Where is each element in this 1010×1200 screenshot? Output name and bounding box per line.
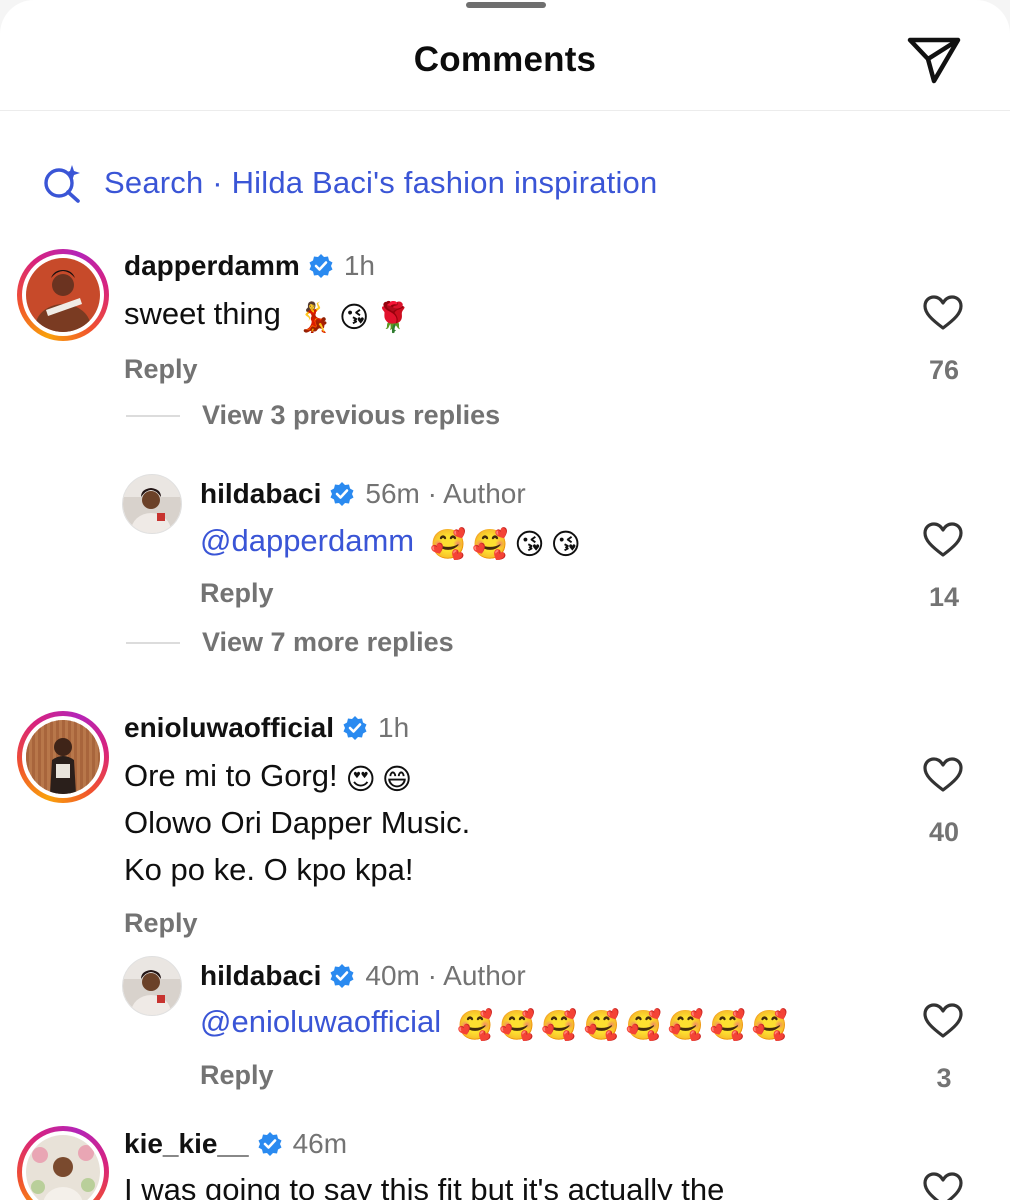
header: Comments: [0, 0, 1010, 111]
view-replies-label: View 3 previous replies: [202, 400, 501, 430]
view-replies-label: View 7 more replies: [202, 627, 454, 657]
username[interactable]: kie_kie__: [124, 1128, 249, 1160]
avatar-image: [26, 1135, 100, 1200]
timestamp: 1h: [343, 250, 375, 281]
heart-outline-icon: [923, 1003, 963, 1038]
reply-button[interactable]: Reply: [200, 1060, 274, 1091]
smiling-hearts-emoji: 🥰: [709, 1008, 746, 1042]
verified-badge-icon: [257, 1131, 283, 1157]
timestamp: 56m · Author: [365, 478, 526, 509]
avatar-image: [26, 258, 100, 332]
timestamp: 40m · Author: [365, 960, 526, 991]
reply-button[interactable]: Reply: [124, 908, 198, 939]
reply-button[interactable]: Reply: [124, 354, 198, 385]
divider: [126, 414, 180, 417]
smiling-hearts-emoji: 🥰: [751, 1008, 789, 1042]
username[interactable]: hildabaci: [200, 478, 321, 510]
comment-text: I was going to say this fit but it's act…: [124, 1166, 724, 1200]
comment-header: kie_kie__ 46m: [124, 1128, 347, 1160]
emoji-group: 🥰 🥰 🥰 🥰 🥰 🥰 🥰 🥰: [451, 998, 788, 1045]
smiling-hearts-emoji: 🥰: [667, 1008, 704, 1042]
username[interactable]: enioluwaofficial: [124, 712, 334, 744]
smiling-hearts-emoji: 🥰: [625, 1008, 662, 1042]
mention-link[interactable]: @dapperdamm: [200, 523, 414, 558]
verified-badge-icon: [329, 481, 355, 507]
verified-badge-icon: [329, 963, 355, 989]
sparkle-search-icon: [40, 161, 84, 205]
comment-line: I was going to say this fit but it's act…: [124, 1172, 725, 1200]
heart-eyes-emoji: 😍: [345, 762, 376, 796]
comment-text: Ore mi to Gorg! 😍 😄 Olowo Ori Dapper Music…: [124, 752, 470, 893]
avatar-image: [26, 720, 100, 794]
comment-line: sweet thing: [124, 296, 281, 331]
comment-text: sweet thing 💃 😘 🌹: [124, 290, 411, 337]
comment-line: Ko po ke. O kpo kpa!: [124, 852, 414, 887]
avatar[interactable]: [17, 711, 109, 803]
dancer-emoji: 💃: [296, 300, 333, 334]
share-button[interactable]: [904, 32, 964, 88]
timestamp: 1h: [378, 712, 410, 743]
grinning-emoji: 😄: [381, 762, 413, 796]
rose-emoji: 🌹: [375, 300, 412, 334]
mention-link[interactable]: @enioluwaofficial: [200, 1004, 441, 1039]
heart-outline-icon: [923, 295, 963, 330]
like-button[interactable]: [922, 293, 964, 333]
like-button[interactable]: [922, 1170, 964, 1200]
like-button[interactable]: [922, 1001, 964, 1041]
comment-line: Ore mi to Gorg!: [124, 758, 338, 793]
avatar[interactable]: [17, 1126, 109, 1200]
smiling-hearts-emoji: 🥰: [457, 1008, 494, 1042]
like-count: 76: [928, 355, 960, 385]
comment-header: enioluwaofficial 1h: [124, 712, 409, 744]
verified-badge-icon: [342, 715, 368, 741]
like-count: 40: [928, 817, 960, 847]
kiss-emoji: 😘: [338, 300, 370, 334]
like-count: 14: [928, 582, 960, 612]
emoji-group: 💃 😘 🌹: [291, 290, 411, 337]
search-suggestion[interactable]: Search · Hilda Baci's fashion inspiratio…: [40, 160, 657, 206]
smiling-hearts-emoji: 🥰: [472, 527, 509, 561]
reply-text: @dapperdamm 🥰 🥰 😘 😘: [200, 517, 581, 564]
paper-plane-icon: [907, 37, 961, 84]
reply-header: hildabaci 56m · Author: [200, 478, 526, 510]
smiling-hearts-emoji: 🥰: [583, 1008, 620, 1042]
like-button[interactable]: [922, 755, 964, 795]
verified-badge-icon: [308, 253, 334, 279]
comments-sheet: Comments Search · Hilda Baci's fashion i…: [0, 0, 1010, 1200]
emoji-group: 🥰 🥰 😘 😘: [424, 517, 581, 564]
kiss-emoji: 😘: [514, 527, 545, 561]
kiss-emoji: 😘: [550, 527, 581, 561]
emoji-group: 😍 😄: [340, 752, 412, 799]
view-previous-replies[interactable]: View 3 previous replies: [126, 400, 500, 431]
heart-outline-icon: [923, 1172, 963, 1200]
smiling-hearts-emoji: 🥰: [499, 1008, 536, 1042]
comment-header: dapperdamm 1h: [124, 250, 375, 282]
smiling-hearts-emoji: 🥰: [541, 1008, 578, 1042]
timestamp: 46m: [292, 1128, 348, 1159]
like-button[interactable]: [922, 520, 964, 560]
reply-avatar[interactable]: [122, 956, 182, 1016]
reply-button[interactable]: Reply: [200, 578, 274, 609]
username[interactable]: dapperdamm: [124, 250, 300, 282]
reply-header: hildabaci 40m · Author: [200, 960, 526, 992]
username[interactable]: hildabaci: [200, 960, 321, 992]
heart-outline-icon: [923, 757, 963, 792]
smiling-hearts-emoji: 🥰: [430, 527, 467, 561]
avatar[interactable]: [17, 249, 109, 341]
search-label: Search · Hilda Baci's fashion inspiratio…: [104, 165, 658, 200]
page-title: Comments: [413, 40, 597, 79]
reply-text: @enioluwaofficial 🥰 🥰 🥰 🥰 🥰 🥰 🥰 🥰: [200, 998, 788, 1045]
reply-avatar[interactable]: [122, 474, 182, 534]
heart-outline-icon: [923, 522, 963, 557]
view-more-replies[interactable]: View 7 more replies: [126, 627, 454, 658]
divider: [126, 641, 180, 644]
comment-line: Olowo Ori Dapper Music.: [124, 805, 471, 840]
like-count: 3: [936, 1063, 952, 1093]
